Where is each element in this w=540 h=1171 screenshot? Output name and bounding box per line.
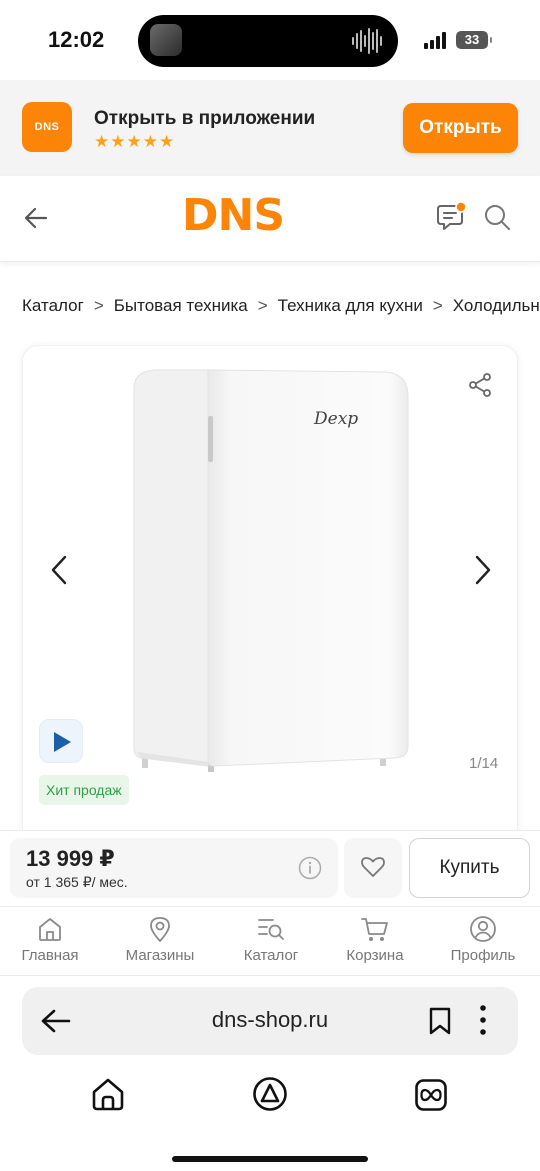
nav-item-home[interactable]: Главная — [5, 913, 95, 973]
breadcrumb-item-kitchen[interactable]: Техника для кухни — [278, 296, 423, 315]
bottom-navigation: Главная Магазины Каталог Корзина Профиль — [0, 906, 540, 976]
cart-icon — [361, 918, 388, 941]
voice-assistant-icon[interactable] — [252, 1076, 288, 1112]
rating-stars-icon: ★★★★★ — [94, 132, 176, 151]
heart-icon — [361, 857, 385, 877]
nav-label-catalog: Каталог — [243, 947, 299, 964]
app-logo: DNS — [22, 102, 72, 152]
dynamic-island — [138, 15, 398, 67]
breadcrumb-separator-icon: > — [257, 296, 268, 315]
bookmark-icon[interactable] — [428, 1006, 452, 1036]
breadcrumb-item-refrigeration[interactable]: Холодильное — [453, 296, 540, 315]
nav-item-catalog[interactable]: Каталог — [226, 913, 316, 973]
open-app-button[interactable]: Открыть — [403, 103, 518, 153]
home-indicator — [172, 1156, 368, 1162]
dns-logo[interactable]: DNS — [182, 190, 285, 241]
buy-button[interactable]: Купить — [409, 838, 530, 898]
nav-label-home: Главная — [21, 947, 79, 964]
site-header: DNS — [0, 176, 540, 262]
product-gallery-card: Dexp 1/14 Хит продаж — [22, 345, 518, 845]
audio-waveform-icon — [352, 27, 384, 55]
tabs-icon[interactable] — [414, 1078, 448, 1112]
chat-icon[interactable] — [434, 200, 468, 234]
search-icon[interactable] — [482, 202, 512, 232]
product-price: 13 999 ₽ — [26, 846, 115, 871]
nav-label-profile: Профиль — [450, 947, 516, 964]
location-pin-icon — [150, 917, 170, 942]
breadcrumb: Каталог > Бытовая техника > Техника для кухн… — [22, 296, 540, 316]
image-counter: 1/14 — [469, 755, 499, 772]
breadcrumb-item-appliances[interactable]: Бытовая техника — [114, 296, 248, 315]
play-video-button[interactable] — [39, 719, 83, 763]
cellular-signal-icon — [424, 31, 450, 49]
product-brand-logo: Dexp — [313, 409, 358, 429]
chevron-right-icon[interactable] — [469, 554, 495, 586]
breadcrumb-item-catalog[interactable]: Каталог — [22, 296, 84, 315]
add-to-wishlist-button[interactable] — [344, 838, 402, 898]
browser-toolbar: dns-shop.ru — [0, 976, 540, 1171]
open-in-app-title: Открыть в приложении — [94, 108, 316, 129]
product-image-refrigerator[interactable]: Dexp — [128, 366, 413, 776]
status-time: 12:02 — [48, 27, 105, 52]
nav-label-stores: Магазины — [125, 947, 195, 964]
share-icon[interactable] — [467, 372, 493, 398]
info-icon[interactable] — [298, 856, 322, 880]
address-bar[interactable]: dns-shop.ru — [22, 987, 518, 1055]
nav-label-cart: Корзина — [346, 947, 404, 964]
price-bar: 13 999 ₽ от 1 365 ₽/ мес. Купить — [0, 830, 540, 906]
play-icon — [54, 732, 71, 752]
battery-icon: 33 — [456, 31, 492, 49]
open-in-app-banner: DNS Открыть в приложении ★★★★★ Открыть — [0, 80, 540, 176]
price-box: 13 999 ₽ от 1 365 ₽/ мес. — [10, 838, 338, 898]
bestseller-badge: Хит продаж — [39, 775, 129, 805]
breadcrumb-separator-icon: > — [93, 296, 104, 315]
back-arrow-icon[interactable] — [22, 204, 50, 232]
profile-icon — [470, 916, 496, 942]
nav-item-profile[interactable]: Профиль — [438, 913, 528, 973]
browser-home-icon[interactable] — [90, 1076, 126, 1112]
status-bar: 12:02 33 — [0, 0, 540, 80]
battery-level: 33 — [464, 32, 480, 47]
installment-price: от 1 365 ₽/ мес. — [26, 874, 128, 890]
home-icon — [39, 918, 61, 941]
catalog-search-icon — [258, 919, 284, 940]
breadcrumb-separator-icon: > — [432, 296, 443, 315]
now-playing-thumbnail — [150, 24, 182, 56]
nav-item-cart[interactable]: Корзина — [330, 913, 420, 973]
more-menu-icon[interactable] — [477, 1004, 489, 1036]
nav-item-stores[interactable]: Магазины — [115, 913, 205, 973]
chevron-left-icon[interactable] — [47, 554, 73, 586]
